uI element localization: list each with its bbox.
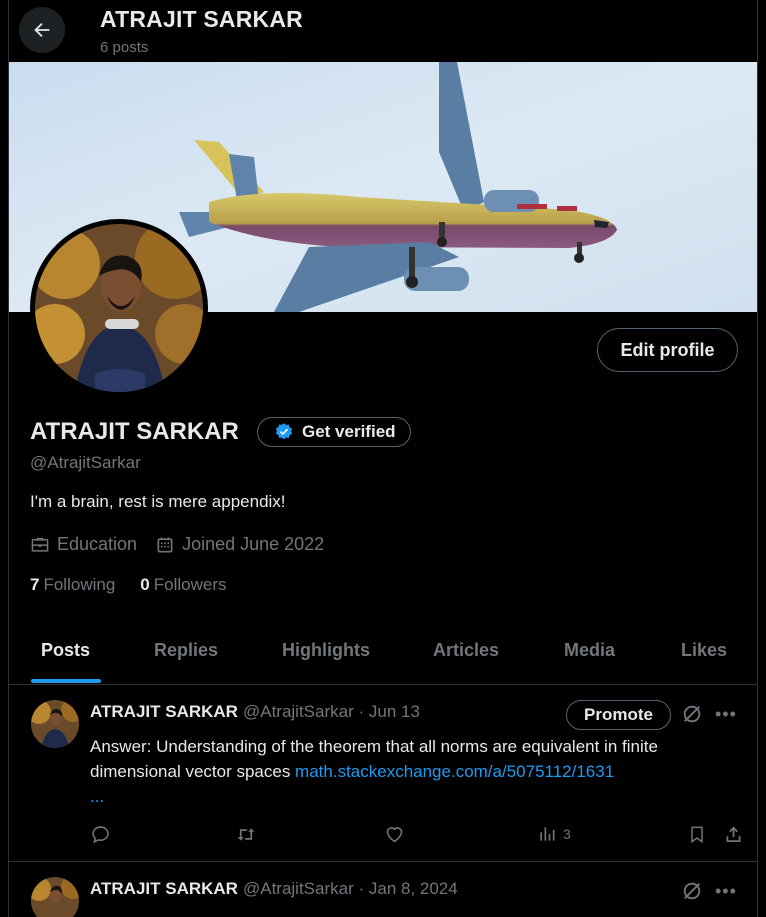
active-tab-indicator bbox=[31, 679, 101, 683]
views-button[interactable]: 3 bbox=[537, 824, 571, 844]
post-author-name[interactable]: ATRAJIT SARKAR bbox=[90, 879, 238, 899]
display-name: ATRAJIT SARKAR bbox=[30, 418, 239, 445]
reply-button[interactable] bbox=[90, 824, 111, 845]
more-options-icon[interactable]: ••• bbox=[715, 704, 737, 725]
header-title: ATRAJIT SARKAR bbox=[100, 6, 303, 32]
post-link[interactable]: math.stackexchange.com/a/5075112/1631 bbox=[295, 762, 614, 781]
tab-replies[interactable]: Replies bbox=[154, 640, 218, 661]
more-options-icon[interactable]: ••• bbox=[715, 881, 737, 902]
post-link-ellipsis[interactable]: ... bbox=[90, 787, 104, 806]
grok-icon[interactable] bbox=[681, 880, 703, 902]
post-header: ATRAJIT SARKAR @AtrajitSarkar · Jun 13 bbox=[90, 702, 420, 722]
get-verified-label: Get verified bbox=[302, 422, 396, 441]
share-button[interactable] bbox=[723, 824, 744, 845]
post-avatar[interactable] bbox=[31, 700, 79, 748]
joined-date: Joined June 2022 bbox=[182, 534, 325, 554]
post-avatar-photo bbox=[31, 877, 79, 917]
grok-icon[interactable] bbox=[681, 703, 703, 725]
briefcase-icon bbox=[31, 537, 49, 552]
bookmark-icon bbox=[691, 826, 703, 844]
joined-item: Joined June 2022 bbox=[155, 534, 324, 555]
post-item[interactable]: ATRAJIT SARKAR @AtrajitSarkar · Jan 8, 2… bbox=[9, 863, 757, 917]
following-link[interactable]: 7 Following bbox=[30, 575, 115, 595]
post-item[interactable]: ATRAJIT SARKAR @AtrajitSarkar · Jun 13 P… bbox=[9, 686, 757, 862]
category-label: Education bbox=[57, 534, 138, 554]
follow-stats: 7 Following 0 Followers bbox=[30, 575, 227, 595]
views-icon bbox=[540, 827, 555, 841]
back-button[interactable] bbox=[19, 7, 65, 53]
profile-photo bbox=[35, 224, 203, 392]
views-count: 3 bbox=[563, 826, 571, 842]
post-avatar[interactable] bbox=[31, 877, 79, 917]
tab-posts[interactable]: Posts bbox=[41, 640, 90, 661]
profile-bio: I'm a brain, rest is mere appendix! bbox=[30, 492, 286, 511]
calendar-icon bbox=[157, 537, 173, 552]
bookmark-button[interactable] bbox=[687, 824, 707, 845]
post-actions: 3 bbox=[90, 824, 741, 848]
repost-button[interactable] bbox=[234, 824, 258, 845]
header-post-count: 6 posts bbox=[100, 39, 149, 56]
arrow-left-icon bbox=[34, 22, 50, 38]
repost-icon bbox=[237, 828, 255, 841]
post-text: Answer: Understanding of the theorem tha… bbox=[90, 734, 740, 809]
tab-likes[interactable]: Likes bbox=[681, 640, 727, 661]
post-avatar-photo bbox=[31, 700, 79, 748]
like-button[interactable] bbox=[384, 824, 405, 845]
profile-avatar[interactable] bbox=[30, 219, 208, 397]
heart-icon bbox=[386, 827, 403, 843]
reply-icon bbox=[92, 826, 109, 844]
tab-highlights[interactable]: Highlights bbox=[282, 640, 370, 661]
followers-label: Followers bbox=[153, 575, 227, 594]
category-item: Education bbox=[30, 534, 137, 555]
top-header: ATRAJIT SARKAR 6 posts bbox=[9, 0, 757, 62]
following-label: Following bbox=[43, 575, 116, 594]
promote-button[interactable]: Promote bbox=[566, 700, 671, 730]
get-verified-button[interactable]: Get verified bbox=[257, 417, 411, 447]
edit-profile-button[interactable]: Edit profile bbox=[597, 328, 738, 372]
followers-link[interactable]: 0 Followers bbox=[140, 575, 226, 595]
share-icon bbox=[726, 826, 741, 842]
following-count: 7 bbox=[30, 575, 40, 594]
followers-count: 0 bbox=[140, 575, 150, 594]
profile-tabs: Posts Replies Highlights Articles Media … bbox=[9, 620, 757, 685]
post-author-name[interactable]: ATRAJIT SARKAR bbox=[90, 702, 238, 722]
post-handle-date[interactable]: @AtrajitSarkar · Jan 8, 2024 bbox=[243, 879, 458, 899]
tab-media[interactable]: Media bbox=[564, 640, 615, 661]
tab-articles[interactable]: Articles bbox=[433, 640, 499, 661]
profile-meta: Education Joined June 2022 bbox=[30, 534, 342, 555]
post-handle-date[interactable]: @AtrajitSarkar · Jun 13 bbox=[243, 702, 420, 722]
profile-handle: @AtrajitSarkar bbox=[30, 453, 141, 472]
verified-badge-icon bbox=[275, 423, 293, 440]
profile-page: ATRAJIT SARKAR 6 posts Edit profile ATRA… bbox=[8, 0, 758, 917]
post-header: ATRAJIT SARKAR @AtrajitSarkar · Jan 8, 2… bbox=[90, 879, 458, 899]
